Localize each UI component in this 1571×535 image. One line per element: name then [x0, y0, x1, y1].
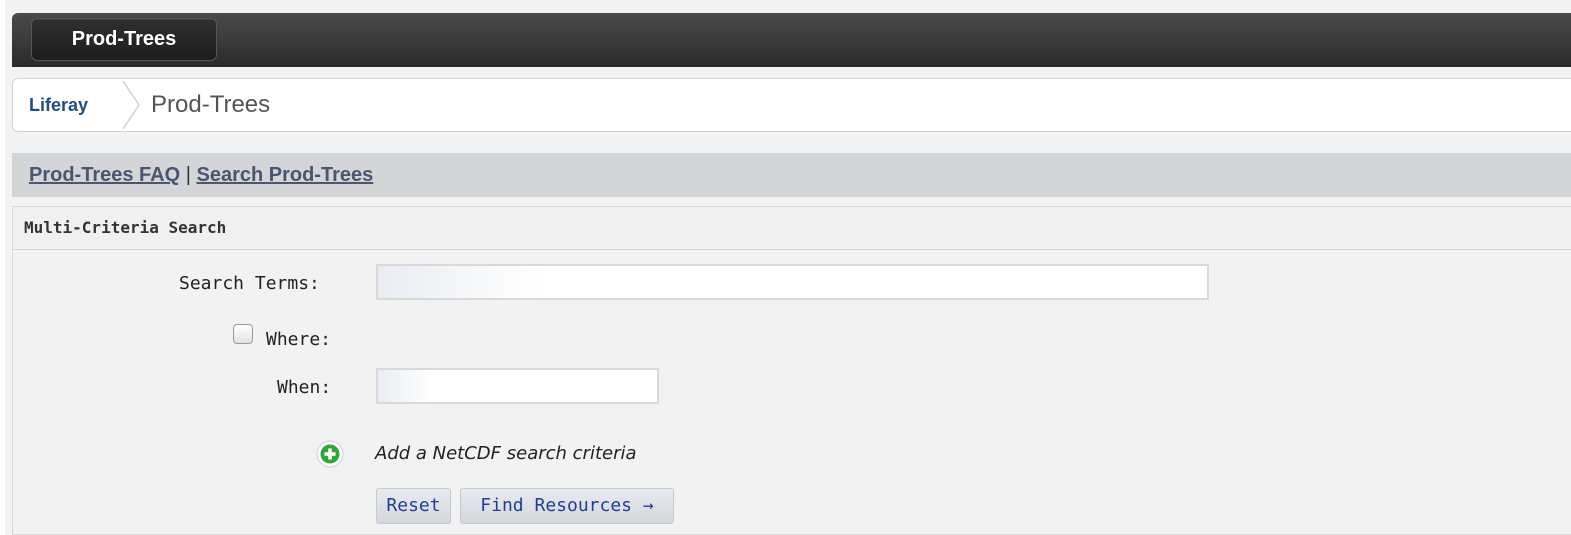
portlet-links-bar: Prod-Trees FAQ | Search Prod-Trees [12, 153, 1571, 197]
plus-circle-icon[interactable] [316, 440, 344, 468]
breadcrumb: Liferay Prod-Trees [12, 78, 1571, 132]
breadcrumb-liferay-link[interactable]: Liferay [29, 79, 88, 131]
when-label: When: [277, 377, 332, 398]
multi-criteria-search-panel: Multi-Criteria Search Search Terms: Wher… [12, 206, 1571, 535]
find-resources-button[interactable]: Find Resources → [460, 488, 674, 524]
panel-title: Multi-Criteria Search [24, 218, 227, 237]
reset-button[interactable]: Reset [376, 488, 451, 524]
link-separator: | [185, 164, 191, 186]
search-terms-input[interactable] [376, 264, 1209, 300]
add-netcdf-criteria-link[interactable]: Add a NetCDF search criteria [375, 440, 637, 468]
breadcrumb-current: Prod-Trees [151, 91, 271, 118]
search-terms-label: Search Terms: [179, 273, 320, 294]
where-checkbox[interactable] [233, 324, 253, 344]
site-tab-prod-trees[interactable]: Prod-Trees [31, 18, 217, 61]
search-link[interactable]: Search Prod-Trees [196, 164, 373, 186]
where-label: Where: [266, 329, 332, 350]
page-left-edge [0, 0, 5, 535]
top-navigation-bar: Prod-Trees [12, 13, 1571, 67]
chevron-right-icon [122, 80, 140, 130]
when-input[interactable] [376, 368, 659, 404]
panel-header: Multi-Criteria Search [13, 207, 1571, 250]
faq-link[interactable]: Prod-Trees FAQ [29, 164, 180, 186]
